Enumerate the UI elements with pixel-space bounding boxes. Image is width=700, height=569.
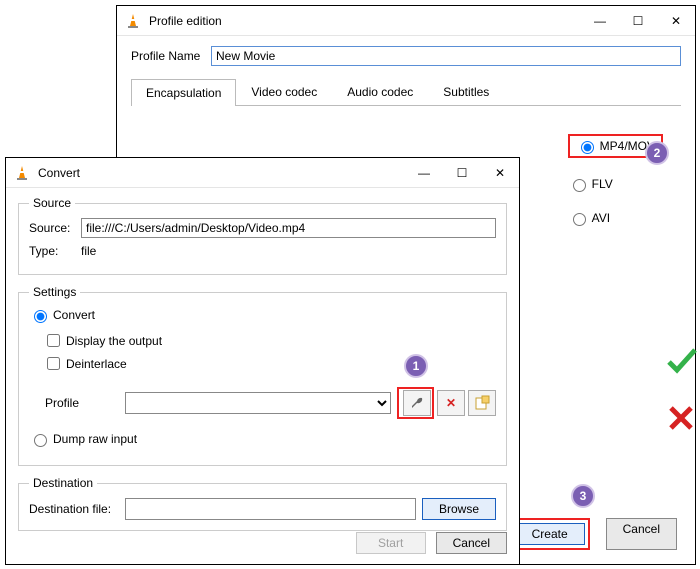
new-profile-icon [474,395,490,411]
callout-3: 3 [571,484,595,508]
tab-encapsulation[interactable]: Encapsulation [131,79,236,106]
create-button[interactable]: Create [515,523,585,545]
callout-2: 2 [645,141,669,165]
display-output-checkbox[interactable] [47,334,60,347]
vlc-icon [14,165,30,181]
convert-window: Convert — ☐ ✕ Source Source: Type: file … [5,157,520,565]
type-value: file [81,244,96,258]
option-avi-radio[interactable] [573,213,586,226]
convert-radio-label: Convert [53,308,95,322]
window-controls: — ☐ ✕ [581,6,695,35]
edit-profile-button[interactable] [403,390,431,416]
display-output-label: Display the output [66,334,162,348]
destination-file-input[interactable] [125,498,416,520]
tab-video-codec[interactable]: Video codec [236,78,332,105]
dump-raw-label: Dump raw input [53,432,137,446]
create-highlight: Create [510,518,590,550]
delete-x-icon: ✕ [446,396,456,410]
titlebar[interactable]: Convert — ☐ ✕ [6,158,519,188]
window-controls: — ☐ ✕ [405,158,519,187]
window-title: Profile edition [149,14,581,28]
option-flv-label: FLV [592,177,613,191]
titlebar[interactable]: Profile edition — ☐ ✕ [117,6,695,36]
feature-streamable: Streamable [665,346,700,374]
maximize-button[interactable]: ☐ [619,6,657,35]
profile-buttons: Create Cancel [510,518,677,550]
cancel-button[interactable]: Cancel [606,518,677,550]
settings-fieldset: Settings Convert Display the output Dein… [18,285,507,466]
dump-raw-radio[interactable] [34,434,47,447]
minimize-button[interactable]: — [405,158,443,187]
source-fieldset: Source Source: Type: file [18,196,507,275]
window-title: Convert [38,166,405,180]
deinterlace-checkbox[interactable] [47,357,60,370]
option-avi-label: AVI [592,211,610,225]
destination-fieldset: Destination Destination file: Browse [18,476,507,531]
maximize-button[interactable]: ☐ [443,158,481,187]
wrench-icon [409,395,425,411]
source-label: Source: [29,221,81,235]
cancel-button[interactable]: Cancel [436,532,507,554]
close-button[interactable]: ✕ [481,158,519,187]
profile-label: Profile [45,396,125,410]
option-flv-radio[interactable] [573,179,586,192]
settings-legend: Settings [29,285,80,299]
delete-profile-button[interactable]: ✕ [437,390,465,416]
convert-buttons: Start Cancel [356,532,507,554]
close-button[interactable]: ✕ [657,6,695,35]
new-profile-button[interactable] [468,390,496,416]
profile-name-input[interactable] [211,46,681,66]
tab-subtitles[interactable]: Subtitles [428,78,504,105]
option-flv-row: FLV [568,176,663,192]
destination-legend: Destination [29,476,97,490]
start-button[interactable]: Start [356,532,426,554]
wrench-highlight [397,387,434,419]
check-icon [665,346,699,374]
profile-name-label: Profile Name [131,49,211,63]
type-label: Type: [29,244,81,258]
tabs: Encapsulation Video codec Audio codec Su… [131,78,681,106]
minimize-button[interactable]: — [581,6,619,35]
source-input[interactable] [81,218,496,238]
profile-select[interactable] [125,392,391,414]
option-avi-row: AVI [568,210,663,226]
option-mp4mov-radio[interactable] [581,141,594,154]
deinterlace-label: Deinterlace [66,357,127,371]
callout-1: 1 [404,354,428,378]
browse-button[interactable]: Browse [422,498,496,520]
destination-file-label: Destination file: [29,502,125,516]
cross-icon [665,404,699,432]
vlc-icon [125,13,141,29]
feature-chapters: Chapters [665,404,700,432]
convert-radio[interactable] [34,310,47,323]
tab-audio-codec[interactable]: Audio codec [332,78,428,105]
source-legend: Source [29,196,75,210]
